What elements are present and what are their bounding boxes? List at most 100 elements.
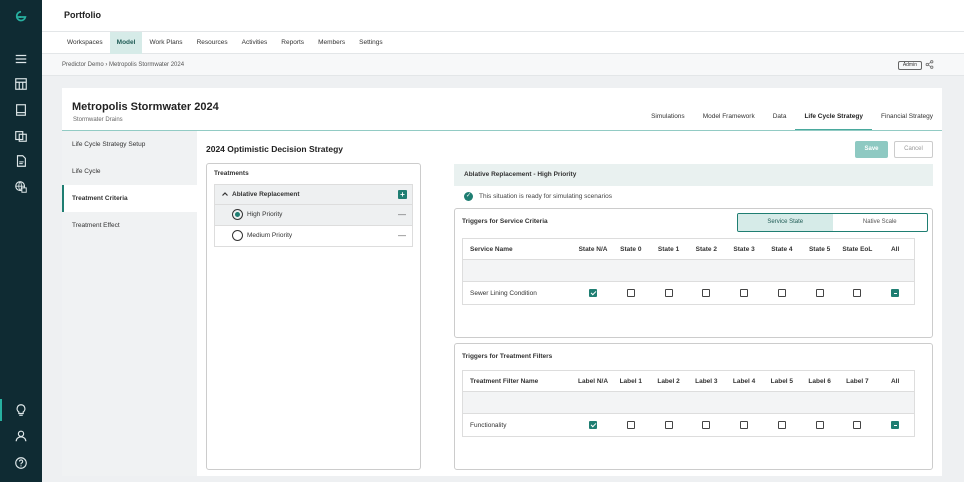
model-tabs: Simulations Model Framework Data Life Cycle… — [642, 112, 942, 130]
checkbox[interactable] — [626, 289, 635, 297]
chevron-up-icon[interactable] — [221, 190, 229, 198]
lightbulb-icon[interactable] — [11, 401, 31, 419]
column-header-name: Service Name — [470, 245, 513, 253]
column-header: Label 1 — [619, 377, 642, 385]
checkbox[interactable] — [815, 289, 824, 297]
user-icon[interactable] — [11, 427, 31, 445]
ready-status-text: This situation is ready for simulating s… — [479, 192, 612, 200]
breadcrumb-bar: Predictor Demo › Metropolis Stormwater 2… — [42, 54, 964, 76]
checkbox[interactable] — [740, 289, 749, 297]
leftnav-item-life-cycle[interactable]: Life Cycle — [62, 158, 197, 185]
nav-item-model[interactable]: Model — [109, 32, 143, 54]
native-scale-toggle[interactable]: Native Scale — [833, 214, 928, 231]
rail-active-indicator — [0, 399, 2, 421]
checkbox-cell — [687, 414, 725, 436]
row-name: Sewer Lining Condition — [470, 289, 537, 297]
more-options-icon[interactable]: — — [398, 210, 406, 219]
tab-simulations[interactable]: Simulations — [642, 112, 694, 130]
checkbox[interactable] — [853, 421, 862, 429]
checkbox[interactable] — [891, 421, 900, 429]
treatment-option[interactable]: High Priority — — [214, 205, 413, 226]
checkbox[interactable] — [815, 421, 824, 429]
column-header-name: Treatment Filter Name — [470, 377, 539, 385]
checkbox[interactable] — [589, 289, 598, 297]
column-header: State 3 — [733, 245, 755, 253]
checkbox[interactable] — [853, 289, 862, 297]
treatment-detail-title: Ablative Replacement - High Priority — [464, 171, 577, 178]
filter-triggers-table: Treatment Filter Name Label N/A Label 1 Lab… — [462, 370, 915, 437]
column-header: All — [890, 377, 900, 385]
column-header: Label 3 — [695, 377, 718, 385]
checkbox[interactable] — [777, 421, 786, 429]
checkbox-cell — [839, 414, 877, 436]
treatment-group[interactable]: Ablative Replacement + — [214, 184, 413, 205]
leftnav-item-treatment-effect[interactable]: Treatment Effect — [62, 212, 197, 239]
logo-icon[interactable] — [11, 8, 31, 26]
checkbox[interactable] — [702, 421, 711, 429]
globe-icon[interactable] — [11, 178, 31, 196]
column-header: Label 4 — [732, 377, 756, 385]
treatments-heading: Treatments — [214, 170, 249, 177]
table-row: Sewer Lining Condition — [463, 282, 914, 304]
column-header: Label N/A — [578, 377, 609, 385]
tab-life-cycle-strategy[interactable]: Life Cycle Strategy — [795, 112, 872, 130]
checkbox[interactable] — [740, 421, 749, 429]
leftnav-item-life-cycle-strategy-setup[interactable]: Life Cycle Strategy Setup — [62, 131, 197, 158]
checkbox-cell — [763, 282, 801, 304]
tab-data[interactable]: Data — [764, 112, 796, 130]
dashboard-icon[interactable] — [11, 75, 31, 93]
checkbox-cell — [763, 414, 801, 436]
tab-model-framework[interactable]: Model Framework — [694, 112, 764, 130]
nav-item-workspaces[interactable]: Workspaces — [60, 32, 110, 54]
copy-icon[interactable] — [11, 127, 31, 145]
checkbox[interactable] — [702, 289, 711, 297]
nav-item-resources[interactable]: Resources — [190, 32, 235, 54]
nav-item-members[interactable]: Members — [311, 32, 352, 54]
checkbox-cell — [574, 414, 612, 436]
nav-item-settings[interactable]: Settings — [352, 32, 390, 54]
book-icon[interactable] — [11, 101, 31, 119]
leftnav-item-treatment-criteria[interactable]: Treatment Criteria — [62, 185, 197, 212]
document-icon[interactable] — [11, 152, 31, 170]
check-circle-icon: ✓ — [464, 191, 473, 201]
menu-icon[interactable] — [11, 50, 31, 68]
admin-badge: Admin — [897, 61, 922, 70]
scale-toggle: Service State Native Scale — [737, 213, 928, 232]
checkbox-cell — [650, 414, 688, 436]
strategy-title: 2024 Optimistic Decision Strategy — [206, 144, 343, 154]
cancel-button[interactable]: Cancel — [894, 141, 933, 158]
nav-item-activities[interactable]: Activities — [235, 32, 275, 54]
column-header: State 1 — [657, 245, 680, 253]
share-icon[interactable] — [925, 60, 934, 69]
more-options-icon[interactable]: — — [398, 231, 406, 240]
nav-item-work-plans[interactable]: Work Plans — [142, 32, 189, 54]
column-header: State 0 — [620, 245, 642, 253]
breadcrumb[interactable]: Predictor Demo › Metropolis Stormwater 2… — [62, 62, 184, 68]
help-icon[interactable] — [11, 454, 31, 472]
add-treatment-icon[interactable]: + — [398, 190, 407, 199]
checkbox-cell — [801, 414, 839, 436]
checkbox[interactable] — [626, 421, 635, 429]
treatment-radio[interactable] — [232, 209, 243, 220]
tab-financial-strategy[interactable]: Financial Strategy — [872, 112, 942, 130]
nav-item-reports[interactable]: Reports — [274, 32, 311, 54]
app-header: Portfolio — [42, 0, 964, 32]
service-triggers-panel: Triggers for Service Criteria Service St… — [454, 208, 933, 338]
checkbox[interactable] — [589, 421, 598, 429]
treatment-option[interactable]: Medium Priority — — [214, 226, 413, 247]
treatment-group-label: Ablative Replacement — [232, 191, 300, 198]
checkbox[interactable] — [891, 289, 900, 297]
ready-status: ✓ This situation is ready for simulating… — [464, 191, 612, 201]
table-row: Functionality — [463, 414, 914, 436]
save-button[interactable]: Save — [855, 141, 888, 158]
model-subtitle: Stormwater Drains — [73, 117, 123, 123]
checkbox[interactable] — [777, 289, 786, 297]
service-state-toggle[interactable]: Service State — [738, 214, 833, 231]
checkbox[interactable] — [664, 289, 673, 297]
table-header-row: Service Name State N/A State 0 State 1 State… — [463, 239, 914, 260]
model-title: Metropolis Stormwater 2024 — [72, 101, 219, 113]
app-title: Portfolio — [64, 10, 101, 20]
treatment-radio[interactable] — [232, 230, 243, 241]
column-header: State 2 — [695, 245, 717, 253]
checkbox[interactable] — [664, 421, 673, 429]
